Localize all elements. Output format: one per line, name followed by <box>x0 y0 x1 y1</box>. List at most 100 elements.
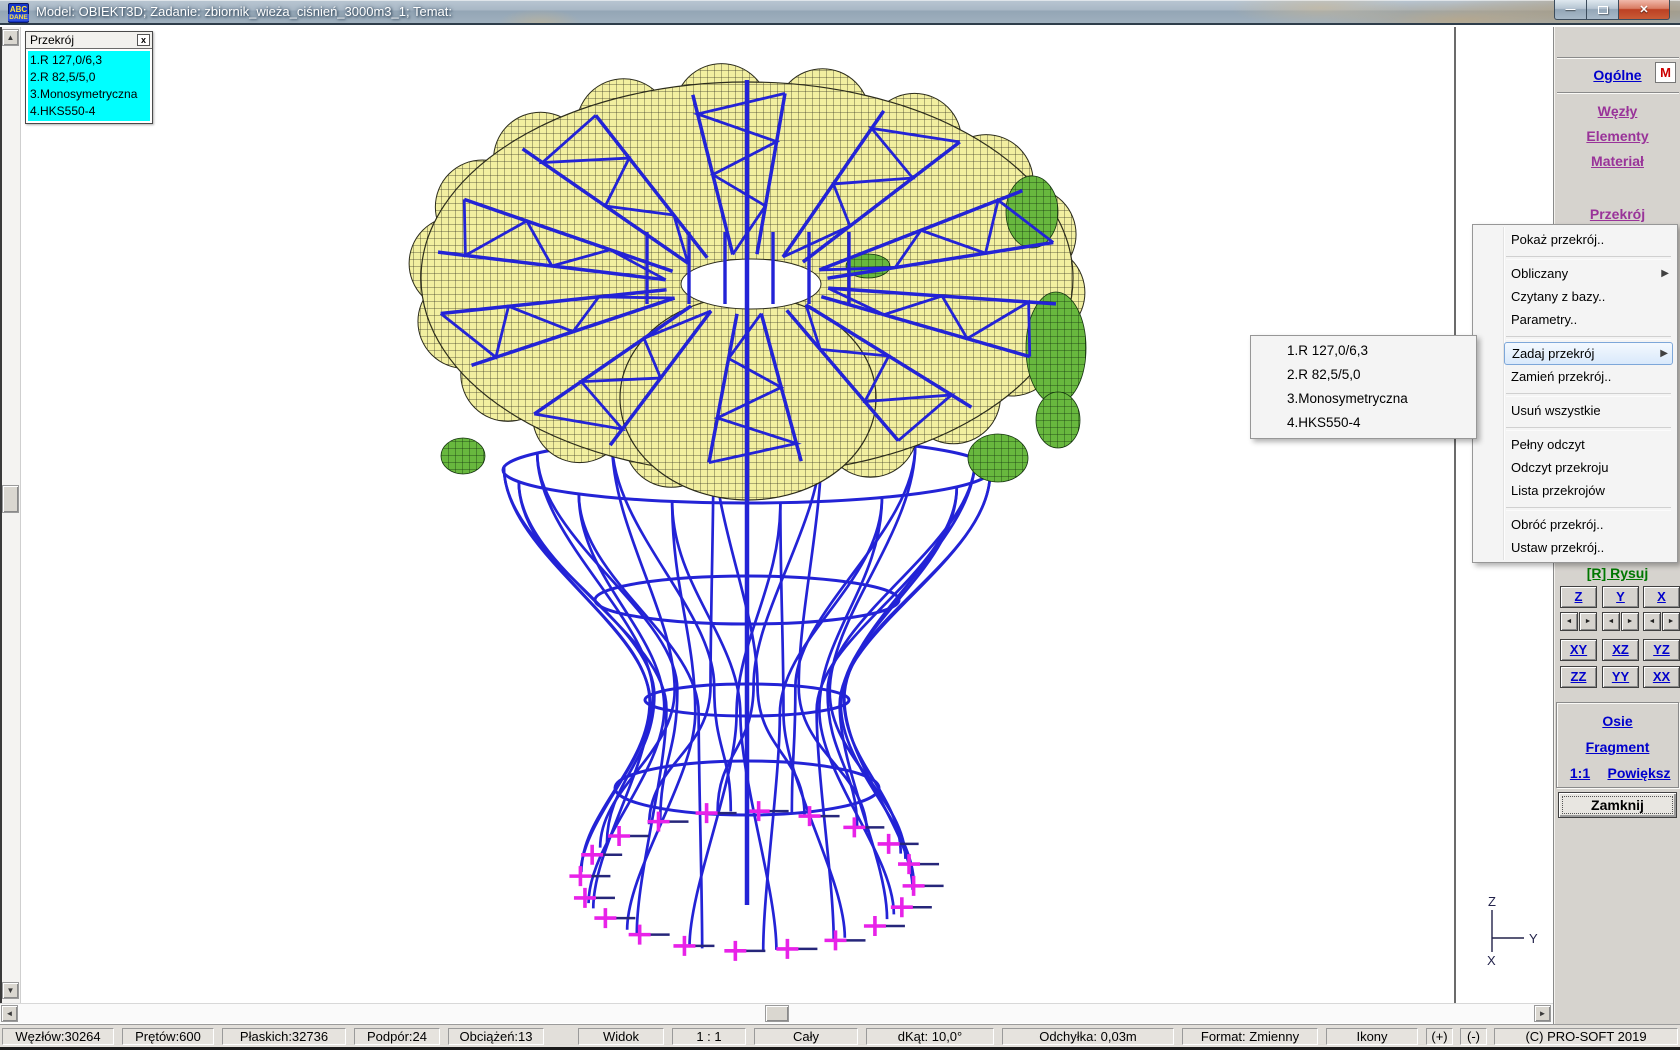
menu-item-ustaw-przekroj[interactable]: Ustaw przekrój.. <box>1473 536 1677 559</box>
rotate-z-left-button[interactable]: ◄ <box>1560 612 1578 631</box>
przekroj-panel-title: Przekrój <box>30 33 74 47</box>
sidebar-link-osie[interactable]: Osie <box>1557 713 1678 729</box>
menu-item-obliczany[interactable]: Obliczany▶ <box>1473 262 1677 285</box>
right-arrow-icon: ► <box>1627 618 1634 625</box>
status-widok[interactable]: Widok <box>578 1028 664 1045</box>
left-arrow-icon: ◄ <box>1649 618 1656 625</box>
left-arrow-icon: ◄ <box>1608 618 1615 625</box>
submenu-arrow-icon: ▶ <box>1661 262 1669 285</box>
sidebar-link-material[interactable]: Materiał <box>1554 153 1680 169</box>
rotate-y-left-button[interactable]: ◄ <box>1602 612 1620 631</box>
status-bar: Węzłów:30264 Prętów:600 Płaskich:32736 P… <box>0 1024 1680 1047</box>
section-list-item[interactable]: 4.HKS550-4 <box>30 103 148 120</box>
sidebar-link-wezly[interactable]: Węzły <box>1554 103 1680 119</box>
scroll-left-icon: ◄ <box>6 1009 14 1018</box>
menu-item-czytany-z-bazy[interactable]: Czytany z bazy.. <box>1473 285 1677 308</box>
submenu-item-section-3[interactable]: 3.Monosymetryczna <box>1251 387 1476 411</box>
horizontal-scroll-thumb[interactable] <box>765 1005 789 1022</box>
przekroj-context-menu: Pokaż przekrój.. Obliczany▶ Czytany z ba… <box>1472 224 1678 563</box>
view-y-button[interactable]: Y <box>1602 586 1639 608</box>
sidebar-link-elementy[interactable]: Elementy <box>1554 128 1680 144</box>
sidebar-link-fragment[interactable]: Fragment <box>1557 739 1678 755</box>
status-pretow: Prętów:600 <box>122 1028 214 1045</box>
vertical-scroll-thumb[interactable] <box>2 485 19 513</box>
scroll-down-button[interactable]: ▼ <box>2 982 19 999</box>
scroll-left-button[interactable]: ◄ <box>1 1005 18 1022</box>
menu-item-pelny-odczyt[interactable]: Pełny odczyt <box>1473 433 1677 456</box>
view-x-button[interactable]: X <box>1643 586 1680 608</box>
przekroj-panel-header[interactable]: Przekrój x <box>26 32 152 49</box>
view-xy-button[interactable]: XY <box>1560 639 1597 661</box>
scroll-right-button[interactable]: ► <box>1534 1005 1551 1022</box>
submenu-item-section-1[interactable]: 1.R 127,0/6,3 <box>1251 339 1476 363</box>
menu-item-lista-przekrojow[interactable]: Lista przekrojów <box>1473 479 1677 502</box>
menu-item-obroc-przekroj[interactable]: Obróć przekrój.. <box>1473 513 1677 536</box>
submenu-item-section-2[interactable]: 2.R 82,5/5,0 <box>1251 363 1476 387</box>
left-arrow-icon: ◄ <box>1566 618 1573 625</box>
vertical-scrollbar[interactable]: ▲ ▼ <box>2 27 21 1003</box>
app-logo-text-bottom: DANE <box>8 14 28 21</box>
status-format[interactable]: Format: Zmienny <box>1182 1028 1318 1045</box>
sidebar-link-1to1[interactable]: 1:1 <box>1563 765 1597 781</box>
menu-item-zadaj-przekroj[interactable]: Zadaj przekrój▶ <box>1504 342 1673 365</box>
view-xz-button[interactable]: XZ <box>1602 639 1639 661</box>
zamknij-button[interactable]: Zamknij <box>1558 792 1677 818</box>
close-button[interactable]: ✕ <box>1618 0 1670 20</box>
scroll-down-icon: ▼ <box>7 986 15 995</box>
minimize-button[interactable]: — <box>1554 0 1587 20</box>
maximize-button[interactable] <box>1587 0 1618 20</box>
status-dkat[interactable]: dKąt: 10,0° <box>866 1028 994 1045</box>
sidebar-link-powieksz[interactable]: Powiększ <box>1599 765 1679 781</box>
submenu-item-section-4[interactable]: 4.HKS550-4 <box>1251 411 1476 435</box>
section-list-item[interactable]: 2.R 82,5/5,0 <box>30 69 148 86</box>
maximize-icon <box>1598 6 1608 14</box>
m-button[interactable]: M <box>1655 62 1676 83</box>
status-odchylka[interactable]: Odchyłka: 0,03m <box>1002 1028 1174 1045</box>
sidebar-link-rysuj[interactable]: [R] Rysuj <box>1554 565 1680 581</box>
view-xx-button[interactable]: XX <box>1643 666 1680 688</box>
divider <box>1557 92 1679 94</box>
rotate-y-right-button[interactable]: ► <box>1621 612 1639 631</box>
status-obciazen: Obciążeń:13 <box>448 1028 544 1045</box>
horizontal-scrollbar[interactable]: ◄ ► <box>0 1003 1553 1023</box>
status-plus-button[interactable]: (+) <box>1426 1028 1453 1045</box>
view-yz-button[interactable]: YZ <box>1643 639 1680 661</box>
przekroj-section-list[interactable]: 1.R 127,0/6,3 2.R 82,5/5,0 3.Monosymetry… <box>28 51 150 121</box>
status-wezlow: Węzłów:30264 <box>2 1028 114 1045</box>
menu-item-odczyt-przekroju[interactable]: Odczyt przekroju <box>1473 456 1677 479</box>
menu-item-parametry[interactable]: Parametry.. <box>1473 308 1677 331</box>
status-caly[interactable]: Cały <box>754 1028 858 1045</box>
axis-z-label: Z <box>1488 894 1496 909</box>
menu-separator <box>1473 331 1677 342</box>
status-minus-button[interactable]: (-) <box>1460 1028 1487 1045</box>
przekroj-panel-close-button[interactable]: x <box>137 34 150 46</box>
section-list-item[interactable]: 1.R 127,0/6,3 <box>30 52 148 69</box>
title-bar[interactable]: ABC DANE Model: OBIEKT3D; Zadanie: zbior… <box>0 0 1680 25</box>
sidebar-link-przekroj[interactable]: Przekrój <box>1554 206 1680 222</box>
status-ikony[interactable]: Ikony <box>1326 1028 1418 1045</box>
menu-item-usun-wszystkie[interactable]: Usuń wszystkie <box>1473 399 1677 422</box>
titlebar-highlight <box>0 0 1680 1</box>
divider <box>1557 57 1679 59</box>
section-list-item[interactable]: 3.Monosymetryczna <box>30 86 148 103</box>
scroll-up-icon: ▲ <box>7 33 15 42</box>
rotate-x-right-button[interactable]: ► <box>1662 612 1680 631</box>
rotate-z-right-button[interactable]: ► <box>1579 612 1597 631</box>
view-yy-button[interactable]: YY <box>1602 666 1639 688</box>
status-scale[interactable]: 1 : 1 <box>672 1028 746 1045</box>
menu-separator <box>1473 388 1677 399</box>
menu-separator <box>1473 251 1677 262</box>
minimize-icon: — <box>1566 4 1576 15</box>
window-title: Model: OBIEKT3D; Zadanie: zbiornik_wieża… <box>36 4 452 19</box>
rotate-x-left-button[interactable]: ◄ <box>1643 612 1661 631</box>
view-z-button[interactable]: Z <box>1560 586 1597 608</box>
view-zz-button[interactable]: ZZ <box>1560 666 1597 688</box>
menu-item-zamien-przekroj[interactable]: Zamień przekrój.. <box>1473 365 1677 388</box>
axis-y-label: Y <box>1529 931 1538 946</box>
menu-item-pokaz-przekroj[interactable]: Pokaż przekrój.. <box>1473 228 1677 251</box>
model-viewport[interactable] <box>0 27 1456 1003</box>
view-options-group: Osie Fragment 1:1 Powiększ <box>1556 702 1679 788</box>
app-logo-icon[interactable]: ABC DANE <box>8 3 29 23</box>
scroll-up-button[interactable]: ▲ <box>2 29 19 46</box>
zadaj-przekroj-submenu: 1.R 127,0/6,3 2.R 82,5/5,0 3.Monosymetry… <box>1250 335 1477 439</box>
